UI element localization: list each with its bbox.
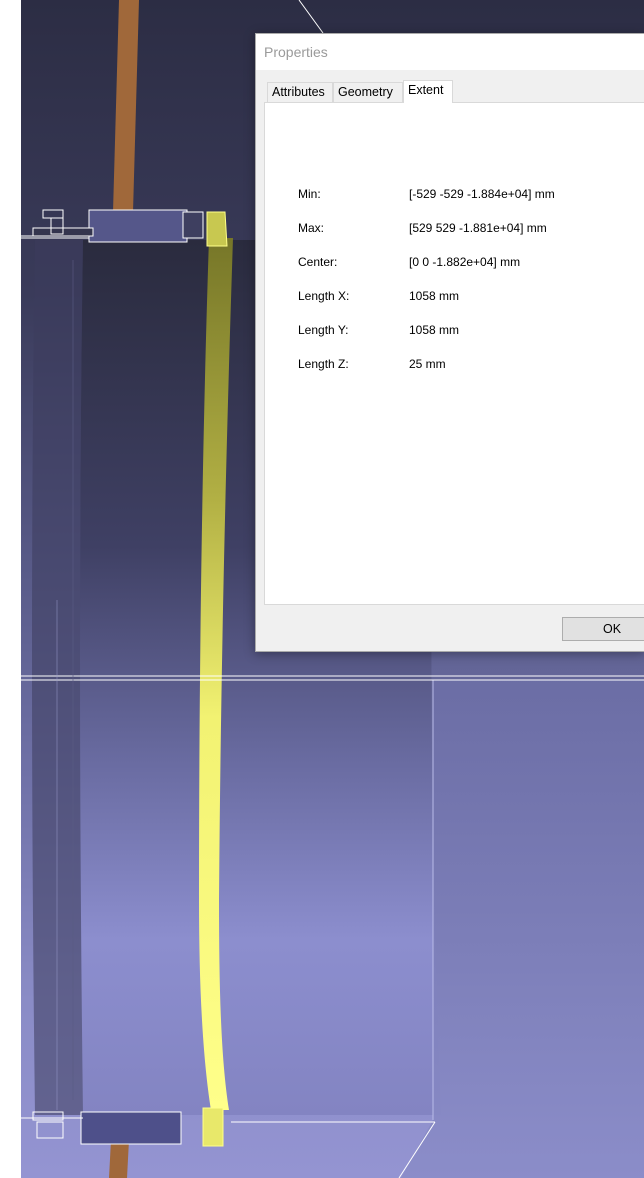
prop-value: [529 529 -1.881e+04] mm: [409, 221, 547, 235]
prop-value: [-529 -529 -1.884e+04] mm: [409, 187, 555, 201]
prop-label: Length X:: [298, 289, 350, 303]
dialog-title: Properties: [264, 44, 328, 60]
edge-line: [298, 0, 324, 34]
right-panel: [401, 680, 644, 1178]
prop-value: 25 mm: [409, 357, 446, 371]
prop-label: Length Y:: [298, 323, 349, 337]
copper-rod: [113, 0, 139, 212]
dialog-titlebar[interactable]: Properties: [256, 34, 644, 70]
bottom-flange: [21, 1111, 435, 1145]
tab-attributes[interactable]: Attributes: [267, 82, 333, 102]
prop-label: Center:: [298, 255, 338, 269]
properties-dialog: Properties Attributes Geometry Extent Mi…: [255, 33, 644, 652]
tab-extent[interactable]: Extent: [403, 80, 453, 103]
prop-label: Length Z:: [298, 357, 349, 371]
tab-geometry[interactable]: Geometry: [333, 82, 403, 102]
extent-panel: Min: [-529 -529 -1.884e+04] mm Max: [529…: [264, 102, 644, 605]
prop-value: [0 0 -1.882e+04] mm: [409, 255, 521, 269]
ok-button[interactable]: OK: [562, 617, 644, 641]
top-flange: [21, 209, 204, 243]
prop-value: 1058 mm: [409, 323, 460, 337]
prop-label: Max:: [298, 221, 325, 235]
prop-label: Min:: [298, 187, 321, 201]
prop-value: 1058 mm: [409, 289, 460, 303]
